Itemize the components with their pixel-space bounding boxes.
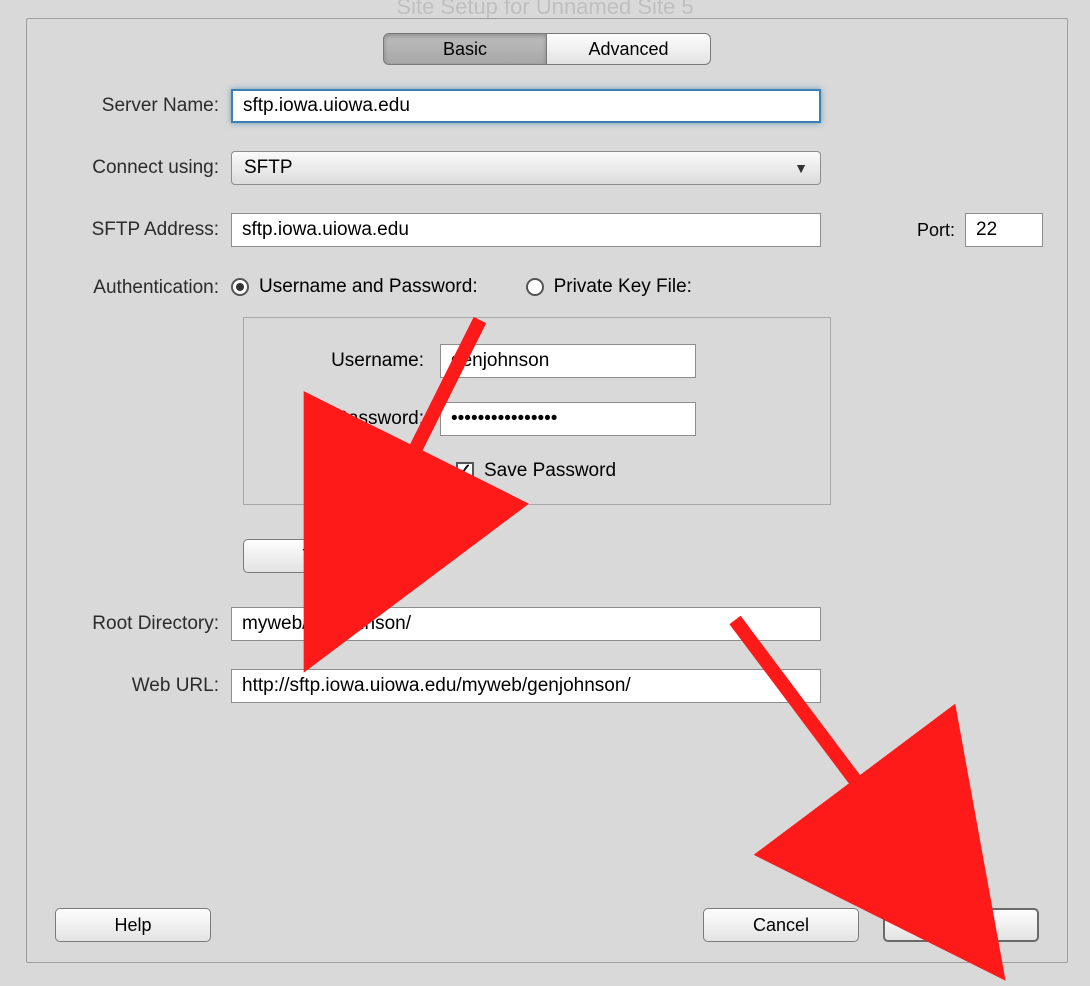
username-label: Username: (270, 350, 440, 372)
save-button[interactable]: Save (883, 908, 1039, 942)
tab-strip: Basic Advanced (51, 33, 1043, 65)
tab-advanced[interactable]: Advanced (547, 33, 711, 65)
authentication-label: Authentication: (51, 275, 231, 299)
help-button[interactable]: Help (55, 908, 211, 942)
save-password-checkbox[interactable]: Save Password (456, 460, 804, 482)
settings-panel: Basic Advanced Server Name: Connect usin… (26, 18, 1068, 963)
web-url-input[interactable] (231, 669, 821, 703)
connect-using-value: SFTP (244, 157, 293, 179)
chevron-down-icon: ▼ (794, 160, 808, 176)
auth-privatekey-label: Private Key File: (554, 276, 692, 298)
cancel-button[interactable]: Cancel (703, 908, 859, 942)
test-button[interactable]: Test (243, 539, 395, 573)
radio-icon (231, 278, 249, 296)
connect-using-label: Connect using: (51, 157, 231, 179)
auth-radio-userpass[interactable]: Username and Password: (231, 276, 478, 298)
checkbox-icon (456, 462, 474, 480)
bottom-button-bar: Help Cancel Save (51, 908, 1043, 942)
save-password-label: Save Password (484, 460, 616, 482)
root-directory-label: Root Directory: (51, 613, 231, 635)
connect-using-dropdown[interactable]: SFTP ▼ (231, 151, 821, 185)
password-label: Password: (270, 408, 440, 430)
auth-userpass-label: Username and Password: (259, 276, 478, 298)
sftp-address-input[interactable] (231, 213, 821, 247)
sftp-address-label: SFTP Address: (51, 219, 231, 241)
server-name-input[interactable] (231, 89, 821, 123)
tab-basic[interactable]: Basic (383, 33, 547, 65)
port-label: Port: (917, 220, 955, 241)
credentials-group: Username: Password: Save Password (243, 317, 831, 505)
port-input[interactable] (965, 213, 1043, 247)
radio-icon (526, 278, 544, 296)
password-input[interactable] (440, 402, 696, 436)
server-name-label: Server Name: (51, 95, 231, 117)
username-input[interactable] (440, 344, 696, 378)
web-url-label: Web URL: (51, 675, 231, 697)
root-directory-input[interactable] (231, 607, 821, 641)
auth-radio-privatekey[interactable]: Private Key File: (526, 276, 692, 298)
